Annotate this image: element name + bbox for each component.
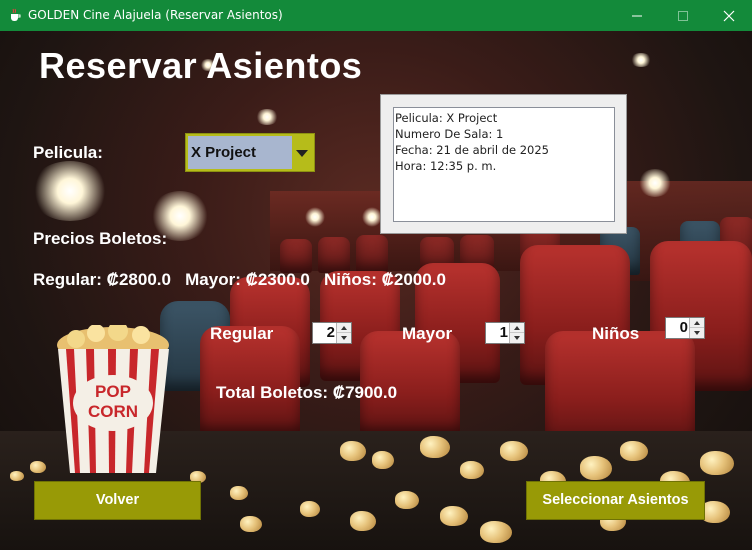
total-label: Total Boletos: ₡7900.0 (216, 383, 398, 402)
regular-decrement-button[interactable] (337, 333, 351, 343)
ninos-spinner[interactable]: 0 (665, 317, 705, 339)
mayor-spinner[interactable]: 1 (485, 322, 525, 344)
select-seats-button[interactable]: Seleccionar Asientos (526, 481, 705, 520)
arrow-up-icon (514, 325, 520, 330)
maximize-button[interactable] (660, 0, 706, 31)
regular-spinner[interactable]: 2 (312, 322, 352, 344)
arrow-down-icon (341, 336, 347, 340)
mayor-decrement-button[interactable] (510, 333, 524, 343)
svg-text:CORN: CORN (88, 402, 138, 421)
window-title: GOLDEN Cine Alajuela (Reservar Asientos) (28, 8, 283, 22)
close-icon (723, 10, 735, 21)
movie-label: Pelicula: (33, 143, 103, 162)
svg-text:POP: POP (95, 382, 131, 401)
arrow-up-icon (341, 325, 347, 330)
info-line-date: Fecha: 21 de abril de 2025 (395, 143, 549, 157)
info-line-movie: Pelicula: X Project (395, 111, 498, 125)
mayor-count[interactable]: 1 (486, 323, 511, 343)
back-button[interactable]: Volver (34, 481, 201, 520)
close-button[interactable] (706, 0, 752, 31)
movie-select-value: X Project (188, 136, 292, 169)
regular-count[interactable]: 2 (313, 323, 338, 343)
movie-select[interactable]: X Project (185, 133, 315, 172)
info-line-room: Numero De Sala: 1 (395, 127, 504, 141)
popcorn-bucket-icon: POP CORN (57, 325, 169, 473)
chevron-down-icon[interactable] (296, 150, 308, 157)
prices-heading: Precios Boletos: (33, 229, 168, 248)
info-textarea[interactable]: Pelicula: X Project Numero De Sala: 1 Fe… (393, 107, 615, 222)
mayor-label: Mayor (402, 324, 453, 343)
minimize-icon (632, 15, 642, 16)
arrow-up-icon (694, 320, 700, 325)
ninos-increment-button[interactable] (690, 318, 704, 328)
arrow-down-icon (514, 336, 520, 340)
page-title: Reservar Asientos (39, 45, 363, 86)
ninos-decrement-button[interactable] (690, 328, 704, 338)
prices-summary: Regular: ₡2800.0 Mayor: ₡2300.0 Niños: ₡… (33, 270, 446, 289)
maximize-icon (678, 10, 688, 21)
minimize-button[interactable] (614, 0, 660, 31)
arrow-down-icon (694, 331, 700, 335)
ninos-label: Niños (592, 324, 640, 343)
ninos-count[interactable]: 0 (666, 318, 691, 338)
mayor-increment-button[interactable] (510, 323, 524, 333)
java-cup-icon (11, 8, 21, 21)
regular-label: Regular (210, 324, 274, 343)
info-panel: Pelicula: X Project Numero De Sala: 1 Fe… (380, 94, 627, 234)
info-line-time: Hora: 12:35 p. m. (395, 159, 497, 173)
regular-increment-button[interactable] (337, 323, 351, 333)
window-titlebar: GOLDEN Cine Alajuela (Reservar Asientos) (0, 0, 752, 31)
